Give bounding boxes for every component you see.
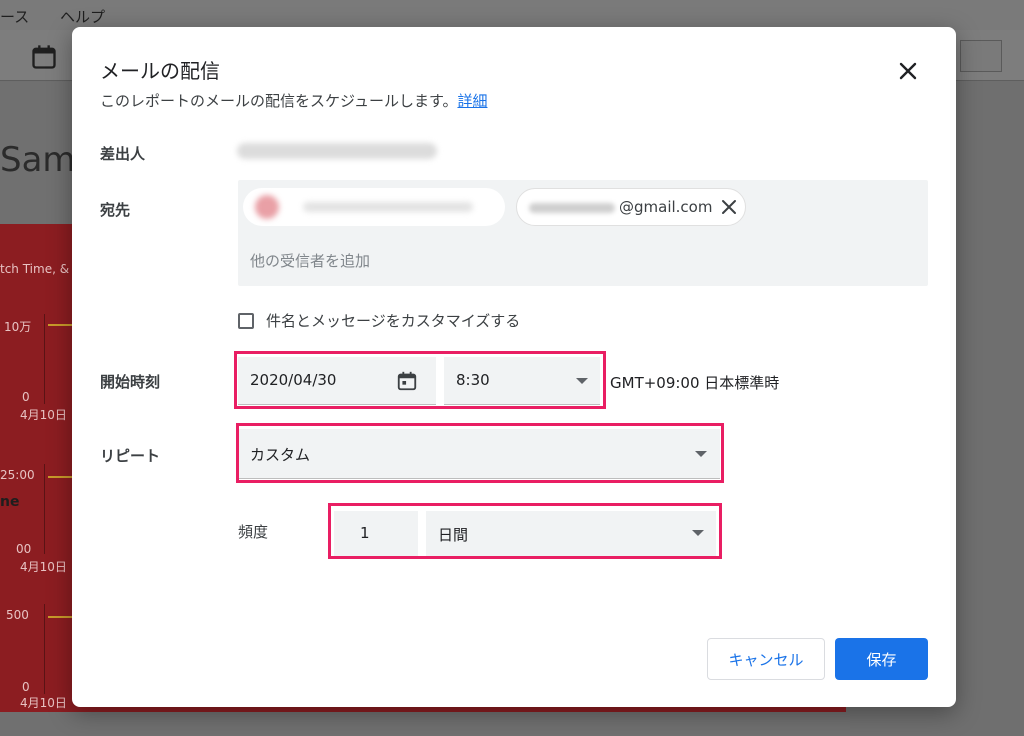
calendar-icon (32, 45, 56, 69)
chart3-axis (44, 604, 45, 694)
frequency-label: 頻度 (238, 523, 269, 541)
avatar (255, 195, 279, 219)
close-icon (899, 62, 917, 80)
menu-item-help: ヘルプ (60, 8, 106, 26)
background-menubar: ース ヘルプ (0, 0, 1024, 30)
chart2-line (48, 476, 72, 478)
chart3-x-label: 4月10日 (20, 696, 67, 710)
recipient-email-domain: @gmail.com (619, 198, 713, 216)
cancel-button[interactable]: キャンセル (707, 638, 825, 680)
sender-label: 差出人 (100, 145, 146, 163)
chart2-axis (44, 464, 45, 554)
chart1-axis (44, 314, 45, 404)
start-time-label: 開始時刻 (100, 373, 161, 391)
repeat-highlight (236, 423, 724, 483)
customize-checkbox-label: 件名とメッセージをカスタマイズする (266, 312, 521, 330)
customize-checkbox-row[interactable]: 件名とメッセージをカスタマイズする (238, 310, 520, 331)
chart2-y-top: 25:00 (0, 468, 35, 482)
close-button[interactable] (890, 53, 926, 89)
dialog-subtitle: このレポートのメールの配信をスケジュールします。詳細 (100, 90, 487, 111)
add-recipient-input[interactable]: 他の受信者を追加 (250, 250, 370, 271)
dialog-subtitle-text: このレポートのメールの配信をスケジュールします。 (100, 92, 458, 110)
customize-checkbox[interactable] (238, 312, 254, 329)
start-time-highlight (234, 351, 606, 409)
save-button[interactable]: 保存 (835, 638, 928, 680)
chart2-side-label: ne (0, 494, 20, 510)
timezone-text: GMT+09:00 日本標準時 (610, 374, 780, 392)
frequency-highlight (328, 503, 722, 559)
dialog-title: メールの配信 (100, 59, 220, 83)
recipient-field[interactable]: @gmail.com 他の受信者を追加 (238, 180, 928, 286)
repeat-label: リピート (100, 447, 161, 465)
toolbar-button (960, 40, 1002, 72)
chart1-line (48, 324, 72, 326)
chart2-y-bottom: 00 (16, 542, 32, 556)
details-link[interactable]: 詳細 (457, 92, 487, 110)
recipient-name-redacted (303, 202, 473, 212)
chart3-y-bottom: 0 (22, 680, 30, 694)
chart1-y-bottom: 0 (22, 390, 30, 404)
recipient-label: 宛先 (100, 201, 131, 219)
recipient-chip[interactable] (243, 188, 505, 226)
chart1-y-top: 10万 (4, 320, 32, 334)
menu-item-database: ース (0, 8, 30, 26)
recipient-user-redacted (529, 203, 615, 213)
chart3-line (48, 616, 72, 618)
email-delivery-dialog: メールの配信 このレポートのメールの配信をスケジュールします。詳細 差出人 宛先… (72, 27, 956, 707)
recipient-chip[interactable]: @gmail.com (516, 188, 746, 226)
sender-value-redacted (237, 143, 437, 159)
remove-recipient-icon[interactable] (719, 197, 739, 217)
chart-title: tch Time, & (0, 262, 70, 276)
chart3-y-top: 500 (6, 608, 29, 622)
chart1-x-label: 4月10日 (20, 408, 67, 422)
chart2-x-label: 4月10日 (20, 560, 67, 574)
